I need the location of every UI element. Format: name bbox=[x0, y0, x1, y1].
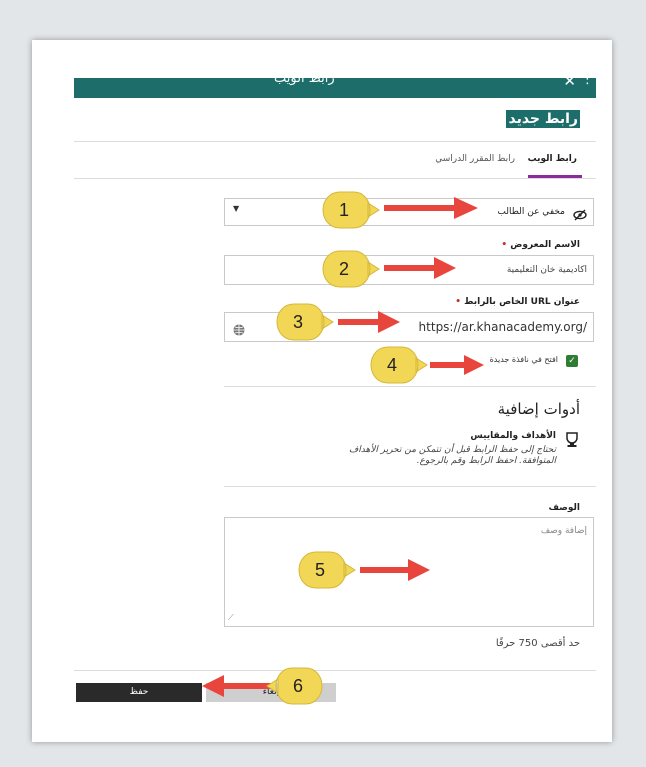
required-marker: • bbox=[501, 240, 508, 250]
close-icon[interactable]: ✕ bbox=[563, 78, 576, 90]
callout-number: 5 bbox=[315, 560, 326, 580]
panel-header: رابط الويب ✕ ⋮ bbox=[74, 78, 596, 98]
name-field-label: الاسم المعروض • bbox=[501, 240, 580, 250]
more-icon[interactable]: ⋮ bbox=[581, 78, 594, 87]
footer-divider bbox=[74, 670, 596, 671]
page-title: رابط جديد bbox=[506, 110, 580, 128]
callout-4: 4 bbox=[366, 345, 428, 385]
description-placeholder: إضافة وصف bbox=[540, 526, 587, 536]
screenshot-frame: رابط الويب ✕ ⋮ رابط جديد رابط الويب رابط… bbox=[32, 40, 612, 742]
callout-3: 3 bbox=[272, 302, 334, 342]
arrow-icon bbox=[384, 197, 478, 219]
required-marker: • bbox=[455, 297, 461, 307]
callout-number: 2 bbox=[339, 259, 350, 279]
arrow-icon bbox=[430, 355, 484, 375]
arrow-icon bbox=[360, 559, 430, 581]
callout-2: 2 bbox=[318, 249, 380, 289]
character-limit: حد أقصى 750 حرفًا bbox=[495, 638, 580, 649]
callout-number: 1 bbox=[339, 200, 350, 220]
eye-slash-icon bbox=[573, 206, 587, 225]
name-label-text: الاسم المعروض bbox=[510, 240, 580, 250]
globe-icon bbox=[233, 321, 245, 340]
callout-number: 6 bbox=[293, 676, 304, 696]
callout-5: 5 bbox=[294, 550, 356, 590]
new-window-checkbox[interactable]: ✓ bbox=[566, 355, 578, 367]
tab-course-link[interactable]: رابط المقرر الدراسي bbox=[435, 154, 515, 164]
divider bbox=[224, 486, 596, 487]
url-field-label: عنوان URL الخاص بالرابط • bbox=[455, 297, 580, 307]
divider bbox=[224, 386, 596, 387]
url-label-text: عنوان URL الخاص بالرابط bbox=[464, 297, 580, 307]
callout-number: 3 bbox=[293, 312, 304, 332]
save-button[interactable]: حفظ bbox=[76, 683, 202, 702]
display-name-value: اكاديمية خان التعليمية bbox=[506, 265, 587, 275]
trophy-icon bbox=[565, 432, 579, 452]
arrow-icon bbox=[384, 257, 456, 279]
additional-tools-title: أدوات إضافية bbox=[497, 400, 580, 418]
callout-number: 4 bbox=[387, 355, 398, 375]
callout-6: 6 bbox=[266, 666, 328, 706]
footer-bar: حفظ إلغاء bbox=[74, 683, 596, 702]
tabs-divider bbox=[74, 178, 596, 179]
new-window-label: افتح في نافذة جديدة bbox=[489, 355, 558, 364]
description-label: الوصف bbox=[548, 503, 580, 513]
divider bbox=[74, 141, 596, 142]
url-value: https://ar.khanacademy.org/ bbox=[418, 320, 587, 334]
resize-grip-icon[interactable]: ⟋ bbox=[228, 613, 234, 623]
goals-text: تحتاج إلى حفظ الرابط قبل أن تتمكن من تحر… bbox=[348, 445, 556, 467]
chevron-down-icon: ▼ bbox=[233, 204, 240, 213]
callout-1: 1 bbox=[318, 190, 380, 230]
panel-title: رابط الويب bbox=[274, 78, 335, 86]
arrow-icon bbox=[202, 675, 272, 697]
goals-title: الأهداف والمقاييس bbox=[470, 431, 556, 441]
visibility-label: مخفي عن الطالب bbox=[497, 207, 565, 217]
tab-web-link[interactable]: رابط الويب bbox=[528, 154, 577, 164]
arrow-icon bbox=[338, 311, 400, 333]
